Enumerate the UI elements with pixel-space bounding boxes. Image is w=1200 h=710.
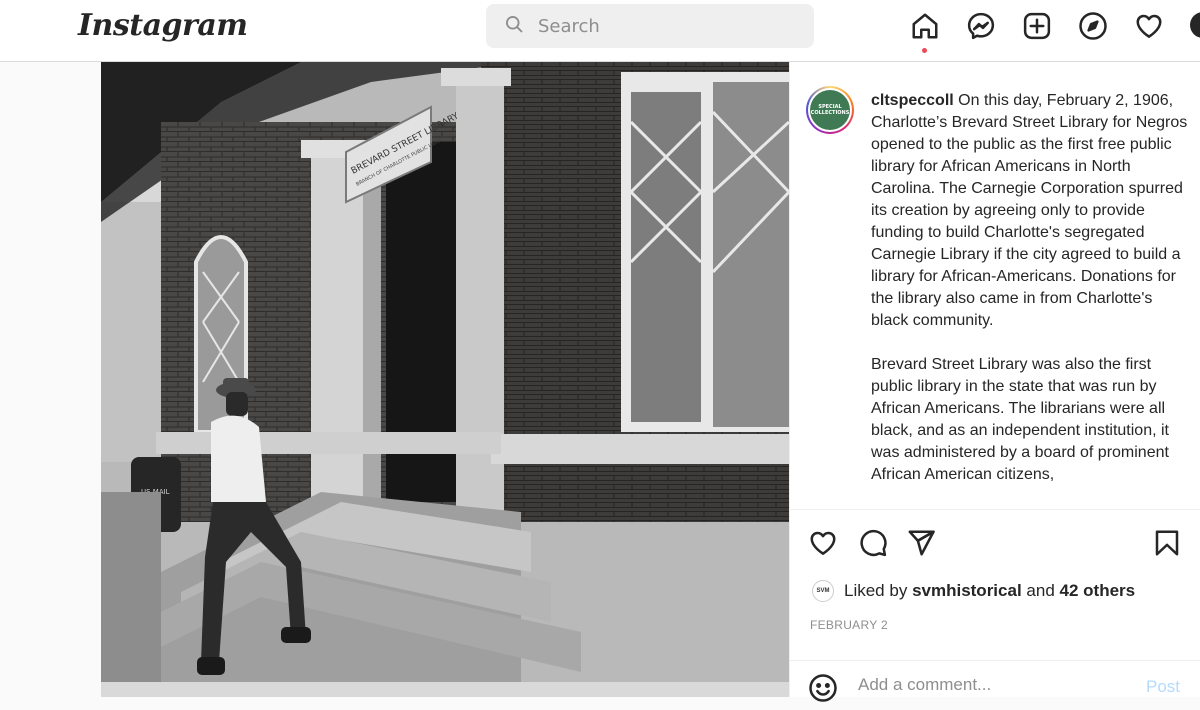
like-heart-icon[interactable] xyxy=(808,528,840,560)
caption-paragraph-2: Brevard Street Library was also the firs… xyxy=(871,356,1169,483)
home-icon[interactable] xyxy=(909,10,941,42)
likes-others-link[interactable]: 42 others xyxy=(1060,581,1136,601)
top-navigation-bar: Instagram xyxy=(0,0,1200,62)
owner-avatar-image: SPECIAL COLLECTIONS xyxy=(810,90,850,130)
caption-scroll-area[interactable]: SPECIAL COLLECTIONS cltspeccoll On this … xyxy=(790,62,1200,510)
emoji-icon[interactable] xyxy=(808,673,838,703)
new-post-icon[interactable] xyxy=(1021,10,1053,42)
active-page-dot xyxy=(922,48,927,53)
caption-paragraph-1: On this day, February 2, 1906, Charlotte… xyxy=(871,92,1188,329)
post-comment-button[interactable]: Post xyxy=(1146,677,1180,697)
search-icon xyxy=(504,14,524,38)
liker-avatar[interactable]: SVM xyxy=(812,580,834,602)
messenger-icon[interactable] xyxy=(965,10,997,42)
activity-heart-icon[interactable] xyxy=(1133,10,1165,42)
comment-icon[interactable] xyxy=(858,528,890,560)
likes-joiner: and xyxy=(1026,581,1055,600)
save-bookmark-icon[interactable] xyxy=(1152,528,1184,560)
owner-username-link[interactable]: cltspeccoll xyxy=(871,92,954,109)
post-card: BREVARD STREET LIBRARY BRANCH OF CHARLOT… xyxy=(101,62,1200,702)
search-input[interactable] xyxy=(538,15,778,37)
instagram-logo[interactable]: Instagram xyxy=(78,8,248,43)
post-photo[interactable]: BREVARD STREET LIBRARY BRANCH OF CHARLOT… xyxy=(101,62,789,697)
explore-icon[interactable] xyxy=(1077,10,1109,42)
comment-bar: Post xyxy=(790,660,1200,710)
share-icon[interactable] xyxy=(906,528,938,560)
post-actions xyxy=(808,528,1190,560)
post-sidebar: SPECIAL COLLECTIONS cltspeccoll On this … xyxy=(789,62,1200,702)
profile-avatar[interactable] xyxy=(1190,12,1200,38)
liker-username-link[interactable]: svmhistorical xyxy=(912,581,1022,601)
owner-avatar[interactable]: SPECIAL COLLECTIONS xyxy=(806,86,854,134)
likes-summary: SVM Liked by svmhistorical and 42 others xyxy=(812,580,1135,602)
post-caption: cltspeccoll On this day, February 2, 190… xyxy=(871,90,1189,508)
search-box[interactable] xyxy=(486,4,814,48)
likes-prefix: Liked by xyxy=(844,581,908,600)
post-date[interactable]: FEBRUARY 2 xyxy=(810,618,888,632)
comment-input[interactable] xyxy=(858,675,1138,695)
